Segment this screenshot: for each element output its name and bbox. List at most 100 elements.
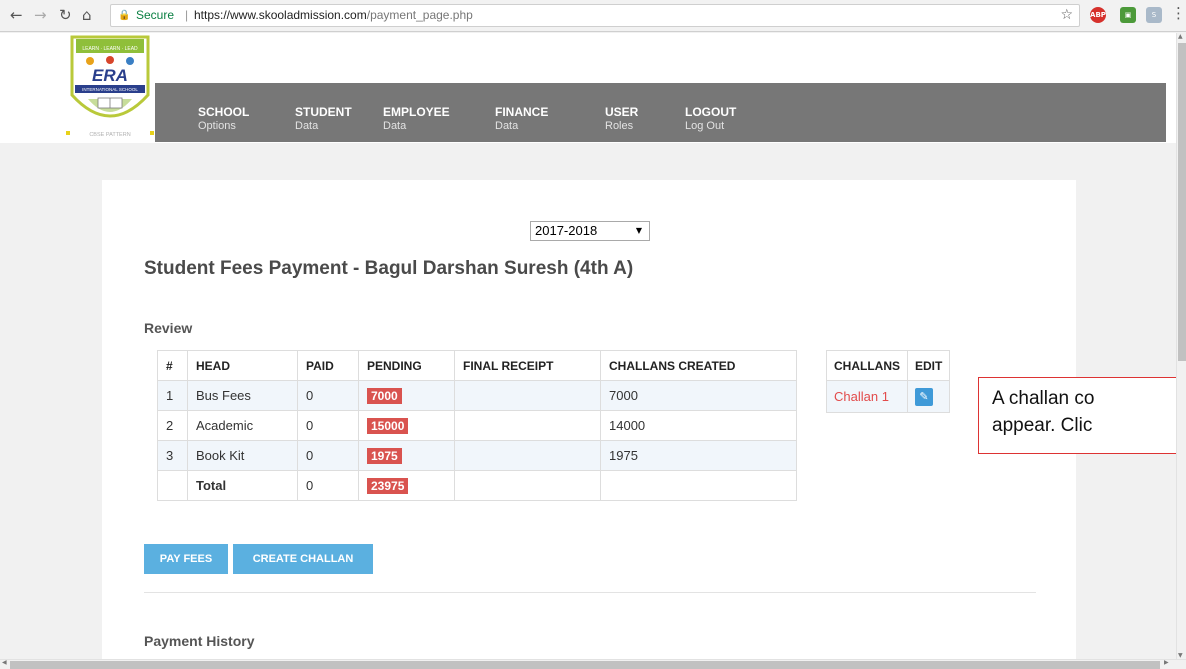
page-title: Student Fees Payment - Bagul Darshan Sur… [144,258,634,279]
scroll-right-icon[interactable]: ▶ [1164,659,1169,666]
logo-text: ERA [92,66,128,85]
col-challans: CHALLANS [826,350,908,381]
total-paid: 0 [297,470,359,501]
row-num: 3 [157,440,188,471]
nav-student-title: STUDENT [295,105,352,119]
col-challans-created: CHALLANS CREATED [600,350,797,381]
total-pending-badge: 23975 [367,477,409,494]
extension-icon[interactable]: ▣ [1120,7,1136,23]
back-icon[interactable]: ← [10,6,23,24]
nav-employee[interactable]: EMPLOYEE Data [383,105,450,133]
nav-employee-sub: Data [383,120,407,132]
browser-toolbar: ← → ↻ ⌂ 🔒 Secure | https://www.skooladmi… [0,0,1186,32]
nav-school-title: SCHOOL [198,105,250,119]
payment-history-label: Payment History [144,633,255,649]
address-bar[interactable]: 🔒 Secure | https://www.skooladmission.co… [110,4,1080,27]
total-challans-created [600,470,797,501]
horizontal-scroll-thumb[interactable] [10,661,1160,669]
callout-line-2: appear. Clic [992,415,1093,436]
star-icon[interactable]: ☆ [1060,5,1073,26]
nav-user[interactable]: USER Roles [605,105,638,133]
nav-employee-title: EMPLOYEE [383,105,450,119]
year-select-value: 2017-2018 [535,223,598,238]
lock-icon: 🔒 [118,10,131,21]
nav-school[interactable]: SCHOOL Options [198,105,249,133]
row-head: Book Kit [187,440,298,471]
row-final-receipt [454,440,601,471]
nav-finance-title: FINANCE [495,105,549,119]
col-final-receipt: FINAL RECEIPT [454,350,601,381]
col-paid: PAID [297,350,359,381]
table-row: 1 Bus Fees 0 7000 7000 [157,380,797,411]
home-icon[interactable]: ⌂ [82,6,92,24]
row-pending-cell: 1975 [358,440,455,471]
nav-student[interactable]: STUDENT Data [295,105,352,133]
col-head: HEAD [187,350,298,381]
main-content: 2017-2018 ▼ Student Fees Payment - Bagul… [102,180,1076,659]
total-num [157,470,188,501]
total-row: Total 0 23975 [157,470,797,501]
forward-icon[interactable]: → [34,6,47,24]
nav-logout-title: LOGOUT [685,105,737,119]
nav-school-sub: Options [198,120,236,132]
nav-logout-sub: Log Out [685,120,725,132]
row-pending-cell: 15000 [358,410,455,441]
review-label: Review [144,320,193,336]
skype-icon[interactable]: S [1146,7,1162,23]
total-label: Total [187,470,298,501]
address-separator: | [185,8,189,22]
row-head: Academic [187,410,298,441]
row-paid: 0 [297,410,359,441]
fees-table: # HEAD PAID PENDING FINAL RECEIPT CHALLA… [157,350,797,501]
pending-badge: 1975 [367,447,402,464]
instruction-callout: A challan co appear. Clic [978,377,1186,454]
school-logo[interactable]: LEARN · LEARN · LEAD ERA INTERNATIONAL S… [66,33,154,141]
url-path: /payment_page.php [366,8,473,22]
page-viewport: LEARN · LEARN · LEAD ERA INTERNATIONAL S… [0,33,1176,659]
nav-finance-sub: Data [495,120,519,132]
adblock-icon[interactable]: ABP [1090,7,1106,23]
row-final-receipt [454,410,601,441]
scroll-left-icon[interactable]: ◀ [2,659,7,666]
edit-icon[interactable]: ✎ [915,387,933,406]
logo-subtitle: INTERNATIONAL SCHOOL [82,87,138,92]
pay-fees-button[interactable]: PAY FEES [144,544,228,574]
callout-line-1: A challan co [992,388,1095,409]
col-num: # [157,350,188,381]
challan-row: Challan 1 ✎ [826,380,951,413]
logo-pattern: CBSE PATTERN [89,132,130,138]
challan-link[interactable]: Challan 1 [834,389,889,404]
scroll-up-icon[interactable]: ▲ [1178,33,1183,40]
reload-icon[interactable]: ↻ [59,6,72,24]
scroll-down-icon[interactable]: ▼ [1178,652,1183,659]
menu-icon[interactable]: ⋮ [1171,4,1186,22]
table-row: 3 Book Kit 0 1975 1975 [157,440,797,471]
col-edit: EDIT [906,350,951,381]
secure-label: Secure [136,8,175,22]
total-pending-cell: 23975 [358,470,455,501]
table-row: 2 Academic 0 15000 14000 [157,410,797,441]
dropdown-arrow-icon: ▼ [635,226,642,235]
challans-table: CHALLANS EDIT Challan 1 ✎ [826,350,951,413]
vertical-scrollbar[interactable]: ▲ ▼ [1176,33,1186,659]
challans-header-row: CHALLANS EDIT [826,350,951,381]
nav-student-sub: Data [295,120,319,132]
row-head: Bus Fees [187,380,298,411]
pending-badge: 7000 [367,387,402,404]
create-challan-button[interactable]: CREATE CHALLAN [233,544,373,574]
row-pending-cell: 7000 [358,380,455,411]
nav-logout[interactable]: LOGOUT Log Out [685,105,736,133]
vertical-scroll-thumb[interactable] [1178,43,1186,361]
row-challans-created: 1975 [600,440,797,471]
row-challans-created: 14000 [600,410,797,441]
col-pending: PENDING [358,350,455,381]
url-host: https://www.skooladmission.com [194,8,367,22]
url-text: https://www.skooladmission.com/payment_p… [194,5,473,26]
row-paid: 0 [297,380,359,411]
horizontal-scrollbar[interactable]: ◀ ▶ [0,659,1186,669]
row-final-receipt [454,380,601,411]
row-num: 2 [157,410,188,441]
nav-finance[interactable]: FINANCE Data [495,105,548,133]
year-select[interactable]: 2017-2018 ▼ [530,221,650,241]
edit-cell: ✎ [906,380,951,413]
